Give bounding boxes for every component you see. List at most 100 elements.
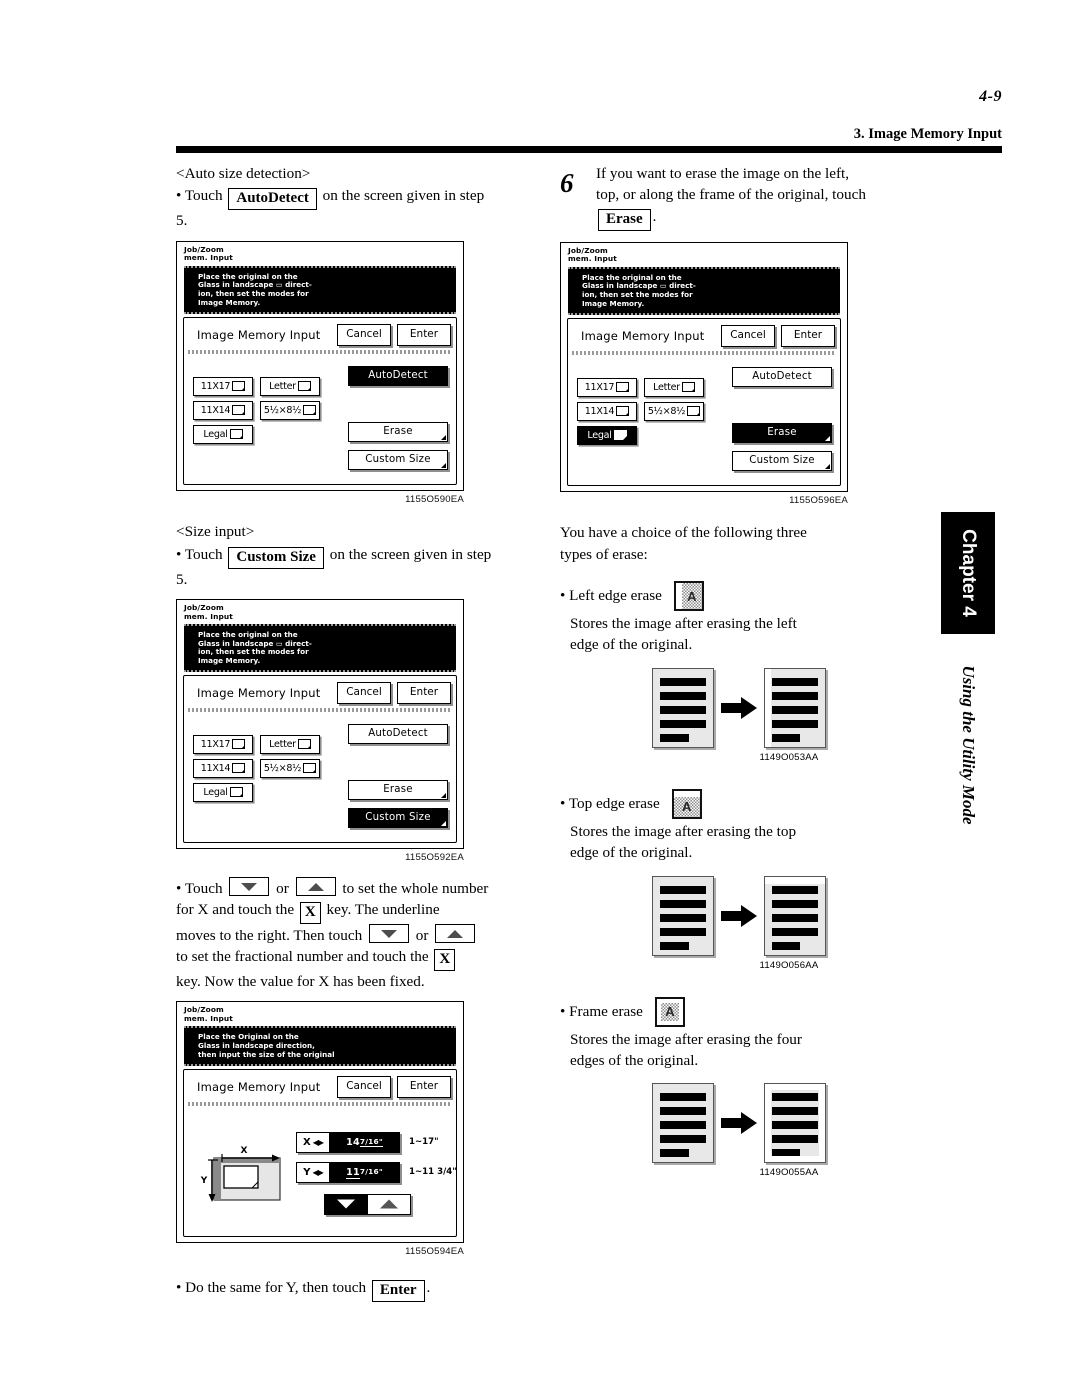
autodetect-button[interactable]: AutoDetect [348, 365, 448, 386]
size-input-instruction: • Touch Custom Size on the screen given … [176, 544, 538, 590]
decrease-value-button[interactable] [325, 1194, 368, 1214]
increase-value-button[interactable] [368, 1194, 410, 1214]
size-label: Letter [269, 738, 296, 750]
page-landscape-icon [229, 429, 243, 440]
cancel-button[interactable]: Cancel [337, 682, 391, 704]
x-key-button[interactable]: X ◀▶ [297, 1132, 330, 1152]
custom-size-button[interactable]: Custom Size [732, 450, 832, 471]
size-button-11x14[interactable]: 11X14 [193, 400, 253, 420]
x-keycap[interactable]: X [299, 902, 321, 925]
auto-size-prefix: • Touch [176, 187, 223, 205]
autodetect-keycap[interactable]: AutoDetect [228, 188, 317, 211]
lcd-message: Place the original on the Glass in lands… [568, 266, 840, 316]
result-sheet [763, 667, 826, 748]
erase-type-label: • Frame erase [560, 1002, 643, 1020]
down-arrow-key-icon[interactable] [368, 924, 409, 944]
y-whole-number: 11 [346, 1166, 360, 1179]
enter-button[interactable]: Enter [397, 1076, 451, 1098]
cancel-button[interactable]: Cancel [337, 324, 391, 346]
lcd-screen-header: Image Memory Input Cancel Enter [184, 318, 456, 348]
size-label: 11X14 [584, 405, 615, 417]
size-button-letter[interactable]: Letter [644, 377, 704, 397]
enter-button[interactable]: Enter [781, 325, 835, 347]
chapter-tab: Chapter 4 [941, 512, 995, 634]
size-button-11x17[interactable]: 11X17 [193, 734, 253, 754]
page-landscape-icon [687, 406, 701, 417]
y-range-label: 1~11 3/4" [409, 1167, 457, 1178]
y-size-value: 117/16" [330, 1166, 399, 1179]
size-label: 5½×8½ [647, 405, 686, 417]
lcd-message-l4: Image Memory. [198, 297, 261, 307]
screen-title: Image Memory Input [197, 686, 321, 701]
up-arrow-key-icon[interactable] [295, 877, 336, 897]
touch-p1: • Touch [176, 880, 223, 898]
erase-desc-l2: edge of the original. [570, 844, 693, 862]
down-arrow-key-icon[interactable] [229, 877, 270, 897]
erase-type-description: Stores the image after erasing the left … [570, 613, 932, 656]
custom-size-keycap[interactable]: Custom Size [228, 546, 324, 569]
custom-size-button[interactable]: Custom Size [348, 807, 448, 828]
custom-size-button[interactable]: Custom Size [348, 449, 448, 470]
step-6-text: If you want to erase the image on the le… [596, 163, 932, 231]
screen-body: 11X17 Letter 11X14 5½×8½ Legal AutoDetec… [184, 712, 456, 840]
screen-action-buttons: AutoDetect Erase Custom Size [348, 365, 448, 470]
erase-button[interactable]: Erase [348, 779, 448, 800]
size-button-5half-x-8half[interactable]: 5½×8½ [260, 758, 320, 778]
size-button-letter[interactable]: Letter [260, 734, 320, 754]
lcd-message: Place the original on the Glass in lands… [184, 265, 456, 315]
y-key-button[interactable]: Y ◀▶ [297, 1162, 330, 1182]
paper-size-grid: 11X17 Letter 11X14 5½×8½ Legal [193, 734, 320, 802]
touch-p9: key. Now the value for X has been fixed. [176, 973, 425, 991]
size-button-legal[interactable]: Legal [193, 782, 253, 802]
illustration-caption: 1149O055AA [759, 1167, 819, 1179]
text-bar [660, 677, 707, 686]
text-bar [660, 927, 707, 936]
size-button-5half-x-8half[interactable]: 5½×8½ [644, 401, 704, 421]
size-label: Legal [203, 786, 228, 798]
text-bar [660, 705, 707, 714]
size-button-letter[interactable]: Letter [260, 376, 320, 396]
touch-p8: to set the fractional number and touch t… [176, 948, 429, 966]
size-label: Letter [269, 380, 296, 392]
paper-size-grid: 11X17 Letter 11X14 5½×8½ Legal [577, 377, 704, 445]
illustration-caption: 1149O056AA [759, 959, 819, 971]
y-fraction: 7/16" [359, 1166, 383, 1176]
autodetect-button[interactable]: AutoDetect [348, 723, 448, 744]
erase-button[interactable]: Erase [348, 421, 448, 442]
y-size-field[interactable]: Y ◀▶ 117/16" [296, 1161, 400, 1183]
lcd-message-l4: Image Memory. [198, 655, 261, 665]
original-sheet [652, 875, 715, 956]
up-arrow-key-icon[interactable] [435, 924, 476, 944]
autodetect-button[interactable]: AutoDetect [732, 366, 832, 387]
original-sheet [652, 1083, 715, 1164]
cancel-button[interactable]: Cancel [337, 1076, 391, 1098]
size-button-legal[interactable]: Legal [193, 424, 253, 444]
size-button-5half-x-8half[interactable]: 5½×8½ [260, 400, 320, 420]
size-button-legal[interactable]: Legal [577, 425, 637, 445]
enter-button[interactable]: Enter [397, 682, 451, 704]
lcd-inner-screen: Image Memory Input Cancel Enter X Y X ◀▶… [183, 1069, 457, 1238]
erase-type-label: • Top edge erase [560, 794, 660, 812]
text-bar [660, 1121, 707, 1130]
lcd-title-line2: mem. Input [184, 253, 233, 263]
size-button-11x14[interactable]: 11X14 [193, 758, 253, 778]
text-bar [771, 1093, 818, 1102]
enter-button[interactable]: Enter [397, 324, 451, 346]
page-landscape-icon [303, 763, 317, 774]
erase-keycap[interactable]: Erase [598, 208, 651, 231]
page-landscape-icon [232, 739, 246, 750]
size-button-11x14[interactable]: 11X14 [577, 401, 637, 421]
x-size-field[interactable]: X ◀▶ 147/16" [296, 1131, 400, 1153]
cancel-button[interactable]: Cancel [721, 325, 775, 347]
lcd-message: Place the original on the Glass in lands… [184, 624, 456, 673]
final-instruction: • Do the same for Y, then touch Enter. [176, 1277, 538, 1303]
x-keycap[interactable]: X [434, 949, 456, 972]
size-button-11x17[interactable]: 11X17 [193, 376, 253, 396]
size-button-11x17[interactable]: 11X17 [577, 377, 637, 397]
size-entry-fields: X ◀▶ 147/16" 1~17" Y ◀▶ 117/16" 1~11 3/4" [296, 1131, 457, 1192]
touch-p5: key. The underline [326, 901, 440, 919]
erase-type-description: Stores the image after erasing the four … [570, 1029, 932, 1072]
enter-keycap[interactable]: Enter [371, 1280, 425, 1303]
erase-button[interactable]: Erase [732, 422, 832, 443]
erase-choice-text: You have a choice of the following three… [560, 522, 932, 565]
